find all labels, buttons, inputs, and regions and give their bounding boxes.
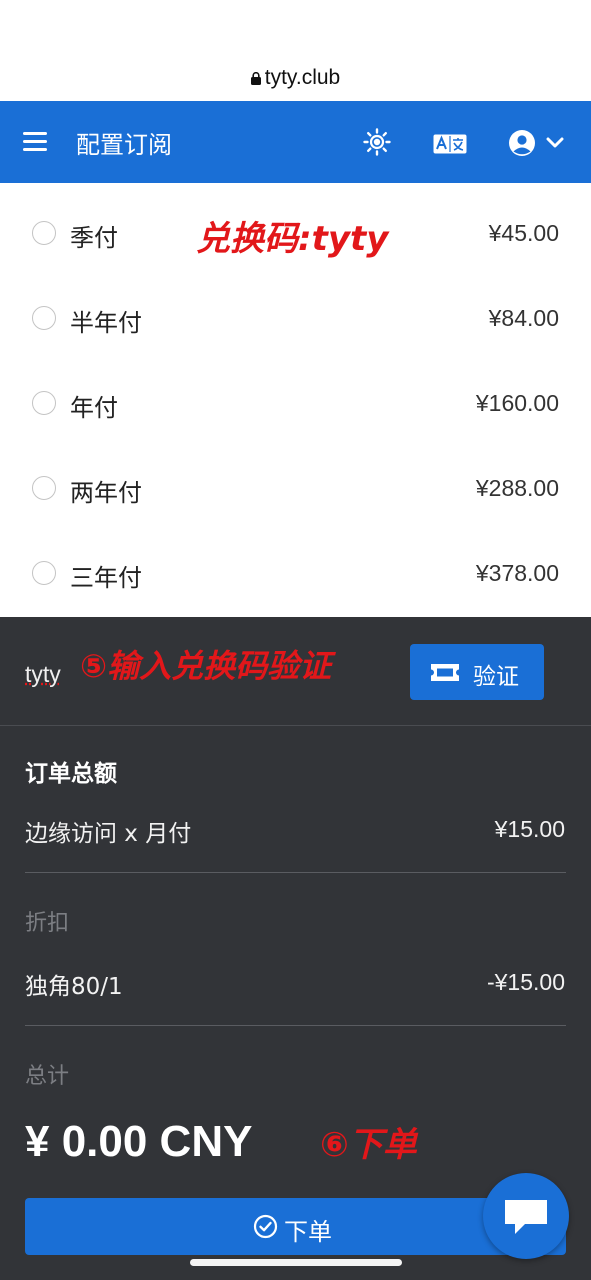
radio-button[interactable]: [32, 221, 56, 245]
discount-label: 独角80/1: [25, 974, 123, 1000]
coupon-input[interactable]: [25, 657, 85, 691]
plan-list: 季付 ¥45.00 半年付 ¥84.00 年付 ¥160.00 两年付 ¥288…: [0, 183, 591, 617]
ticket-icon: [431, 664, 459, 681]
radio-button[interactable]: [32, 306, 56, 330]
plan-price: ¥288.00: [475, 475, 559, 501]
radio-button[interactable]: [32, 561, 56, 585]
plan-option-three-year[interactable]: 三年付 ¥378.00: [0, 523, 591, 608]
plan-price: ¥160.00: [475, 390, 559, 416]
plan-option-yearly[interactable]: 年付 ¥160.00: [0, 353, 591, 438]
browser-address-bar: tyty.club: [0, 0, 591, 101]
page-title: 配置订阅: [76, 131, 172, 159]
brightness-icon[interactable]: [363, 128, 391, 156]
discount-heading: 折扣: [25, 911, 70, 936]
plan-label: 半年付: [70, 309, 142, 337]
chat-button[interactable]: [483, 1173, 569, 1259]
home-indicator: [190, 1259, 402, 1266]
total-amount: ¥ 0.00 CNY: [25, 1117, 253, 1166]
plan-price: ¥378.00: [475, 560, 559, 586]
step5-annotation: ⑤输入兑换码验证: [80, 647, 332, 685]
plan-label: 三年付: [70, 564, 142, 592]
order-item-value: ¥15.00: [494, 816, 565, 842]
lock-icon: [250, 72, 261, 85]
account-icon[interactable]: [508, 129, 536, 157]
divider: [25, 1025, 566, 1026]
discount-value: -¥15.00: [486, 969, 565, 995]
plan-option-half-year[interactable]: 半年付 ¥84.00: [0, 268, 591, 353]
plan-label: 年付: [70, 394, 118, 422]
place-order-label: 下单: [284, 1218, 332, 1246]
divider: [0, 725, 591, 726]
radio-button[interactable]: [32, 476, 56, 500]
url-text: tyty.club: [264, 66, 341, 89]
radio-button[interactable]: [32, 391, 56, 415]
chevron-down-icon[interactable]: [546, 136, 564, 150]
chat-bubble-icon: [505, 1200, 547, 1234]
divider: [25, 872, 566, 873]
total-heading: 总计: [25, 1064, 70, 1089]
app-header: 配置订阅: [0, 101, 591, 183]
plan-label: 两年付: [70, 479, 142, 507]
step6-annotation: ⑥下单: [320, 1125, 417, 1165]
order-item-label: 边缘访问 x 月付: [25, 821, 192, 847]
plan-price: ¥84.00: [488, 305, 559, 331]
menu-icon[interactable]: [23, 132, 47, 152]
check-circle-icon: [253, 1214, 278, 1239]
translate-icon[interactable]: [433, 134, 467, 154]
order-summary-title: 订单总额: [25, 761, 117, 787]
plan-label: 季付: [70, 224, 118, 252]
plan-price: ¥45.00: [488, 220, 559, 246]
coupon-code-annotation: 兑换码:tyty: [196, 219, 389, 259]
plan-option-two-year[interactable]: 两年付 ¥288.00: [0, 438, 591, 523]
verify-label: 验证: [473, 664, 519, 690]
url-bar[interactable]: tyty.club: [0, 66, 591, 90]
verify-button[interactable]: 验证: [410, 644, 544, 700]
